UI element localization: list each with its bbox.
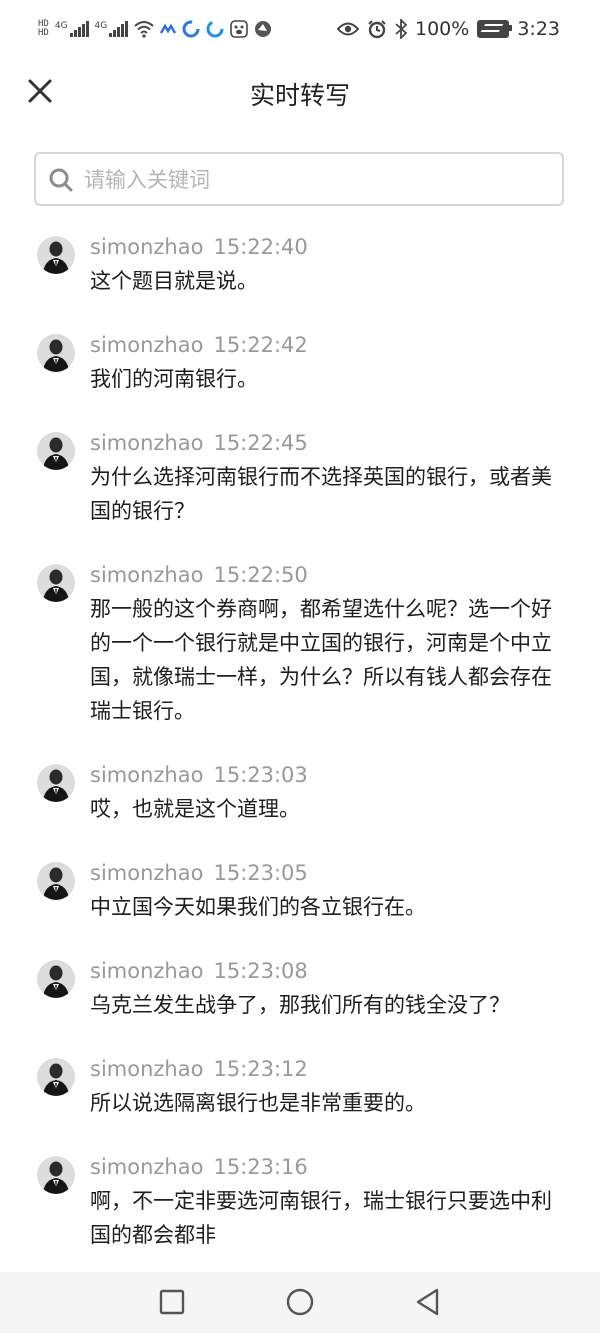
sim2-network-label: 4G [94,21,108,31]
avatar [37,432,75,470]
transcript-item: simonzhao 15:23:03 哎，也就是这个道理。 [0,754,600,826]
message-timestamp: 15:23:16 [213,1155,308,1179]
header-bar: 实时转写 [0,58,600,130]
transcript-item: simonzhao 15:23:12 所以说选隔离银行也是非常重要的。 [0,1048,600,1120]
message-meta: simonzhao 15:22:50 [90,554,570,590]
sim1-signal-icon: 4G [55,21,89,37]
message-meta: simonzhao 15:23:05 [90,852,570,888]
message-text: 为什么选择河南银行而不选择英国的银行，或者美国的银行？ [90,465,552,523]
message-meta: simonzhao 15:23:08 [90,950,570,986]
speaker-name: simonzhao [90,1155,204,1179]
paw-icon [230,20,249,38]
battery-charging-icon [477,20,513,38]
hd-icon: HD HD [38,19,49,38]
avatar [37,1156,75,1194]
transcript-item: simonzhao 15:23:16 啊，不一定非要选河南银行，瑞士银行只要选中利… [0,1146,600,1252]
message-text: 这个题目就是说。 [90,269,258,293]
message-timestamp: 15:22:42 [213,333,308,357]
speaker-name: simonzhao [90,763,204,787]
home-circle-icon[interactable] [285,1287,315,1317]
bluetooth-icon [395,19,407,39]
message-meta: simonzhao 15:22:42 [90,324,570,360]
avatar [37,1058,75,1096]
message-timestamp: 15:23:05 [213,861,308,885]
avatar [37,236,75,274]
transcript-item: simonzhao 15:22:50 那一般的这个券商啊，都希望选什么呢？选一个好… [0,554,600,728]
message-text: 哎，也就是这个道理。 [90,797,300,821]
speaker-name: simonzhao [90,431,204,455]
recents-square-icon[interactable] [157,1287,187,1317]
page-title: 实时转写 [249,81,350,110]
message-text: 我们的河南银行。 [90,367,258,391]
clock-time: 3:23 [517,18,560,40]
status-bar-left: HD HD 4G 4G [38,16,272,42]
message-meta: simonzhao 15:22:45 [90,422,570,458]
eye-icon [337,22,359,36]
message-timestamp: 15:23:08 [213,959,308,983]
message-timestamp: 15:23:03 [213,763,308,787]
message-text: 所以说选隔离银行也是非常重要的。 [90,1091,426,1115]
system-nav-bar [0,1272,600,1333]
transcript-item: simonzhao 15:23:05 中立国今天如果我们的各立银行在。 [0,852,600,924]
search-box[interactable] [34,152,564,206]
message-timestamp: 15:22:45 [213,431,308,455]
avatar [37,334,75,372]
speaker-name: simonzhao [90,861,204,885]
app-notification-icon [206,20,224,38]
message-timestamp: 15:22:50 [213,563,308,587]
wifi-icon [134,21,154,38]
message-meta: simonzhao 15:23:12 [90,1048,570,1084]
search-icon [49,168,73,192]
speaker-name: simonzhao [90,1057,204,1081]
message-meta: simonzhao 15:23:03 [90,754,570,790]
message-text: 啊，不一定非要选河南银行，瑞士银行只要选中利国的都会都非 [90,1189,552,1247]
speaker-name: simonzhao [90,563,204,587]
transcript-item: simonzhao 15:23:08 乌克兰发生战争了，那我们所有的钱全没了？ [0,950,600,1022]
avatar [37,862,75,900]
speaker-name: simonzhao [90,333,204,357]
message-meta: simonzhao 15:23:16 [90,1146,570,1182]
speaker-name: simonzhao [90,959,204,983]
message-timestamp: 15:23:12 [213,1057,308,1081]
alarm-icon [368,20,386,39]
message-timestamp: 15:22:40 [213,235,308,259]
transcript-item: simonzhao 15:22:40 这个题目就是说。 [0,226,600,298]
message-meta: simonzhao 15:22:40 [90,226,570,262]
back-triangle-icon[interactable] [413,1287,443,1317]
status-bar-right: 100% 3:23 [337,16,560,42]
avatar [37,564,75,602]
sim2-signal-icon: 4G [95,21,129,37]
transcript-item: simonzhao 15:22:42 我们的河南银行。 [0,324,600,396]
message-text: 那一般的这个券商啊，都希望选什么呢？选一个好的一个一个银行就是中立国的银行，河南… [90,597,552,723]
message-text: 乌克兰发生战争了，那我们所有的钱全没了？ [90,993,510,1017]
status-bar: HD HD 4G 4G 100% 3:23 [0,0,600,58]
speaker-name: simonzhao [90,235,204,259]
battery-percent: 100% [415,18,470,40]
app-notification-icon [255,21,272,37]
sim1-network-label: 4G [54,21,68,31]
app-notification-icon [160,23,177,34]
message-text: 中立国今天如果我们的各立银行在。 [90,895,426,919]
search-input[interactable] [82,162,556,198]
transcript-item: simonzhao 15:22:45 为什么选择河南银行而不选择英国的银行，或者美… [0,422,600,528]
avatar [37,960,75,998]
transcript-list[interactable]: simonzhao 15:22:40 这个题目就是说。 simonzhao 15:2… [0,226,600,1272]
avatar [37,764,75,802]
app-notification-icon [182,20,200,38]
